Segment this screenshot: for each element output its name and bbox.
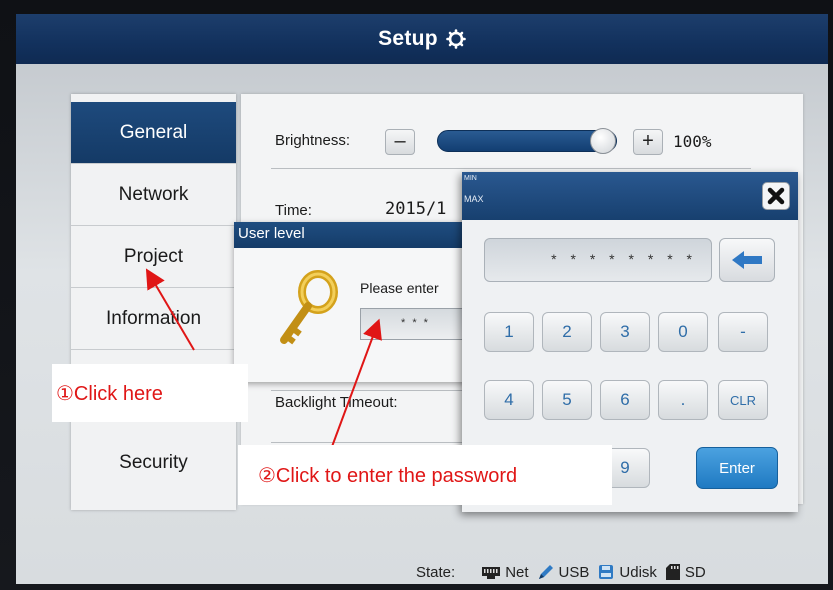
usb-icon xyxy=(538,565,553,579)
user-level-dialog: User level Please enter * * * xyxy=(234,222,479,382)
status-usb-label: USB xyxy=(558,563,590,581)
sidebar-item-label: General xyxy=(119,121,188,143)
annotation-step2: ②Click to enter the password xyxy=(238,445,612,505)
sd-card-icon xyxy=(665,564,680,580)
status-sd-label: SD xyxy=(684,563,706,581)
sidebar-item-general[interactable]: General xyxy=(71,102,236,164)
key-3[interactable]: 3 xyxy=(600,312,650,352)
key-5[interactable]: 5 xyxy=(542,380,592,420)
key-minus[interactable]: - xyxy=(718,312,768,352)
key-icon xyxy=(280,270,338,345)
divider xyxy=(271,168,751,169)
dialog-title: User level xyxy=(234,222,479,248)
brightness-value: 100% xyxy=(673,132,712,151)
status-sd: SD xyxy=(665,563,706,581)
key-2[interactable]: 2 xyxy=(542,312,592,352)
password-input[interactable]: * * * xyxy=(360,308,470,340)
close-icon xyxy=(767,187,785,205)
status-usb: USB xyxy=(537,563,590,581)
keypad-header: MIN MAX xyxy=(462,172,798,220)
status-net-label: Net xyxy=(505,563,529,581)
sidebar-item-label: Network xyxy=(118,183,189,205)
network-port-icon xyxy=(482,567,501,579)
key-6[interactable]: 6 xyxy=(600,380,650,420)
keypad-min-label: MIN xyxy=(464,175,477,182)
brightness-decrease-button[interactable]: – xyxy=(385,129,415,155)
divider xyxy=(271,390,481,391)
slider-handle[interactable] xyxy=(590,128,616,154)
divider xyxy=(271,442,481,443)
sidebar-item-label: Project xyxy=(123,245,184,267)
title-bar: Setup xyxy=(16,14,828,64)
page-title: Setup xyxy=(378,27,438,50)
sidebar: General Network Project Information Secu… xyxy=(71,94,236,510)
sidebar-item-network[interactable]: Network xyxy=(71,164,236,226)
status-bar: State: Net USB Udisk SD xyxy=(416,562,714,582)
key-clear[interactable]: CLR xyxy=(718,380,768,420)
keypad-display: * * * * * * * * xyxy=(484,238,712,282)
backlight-timeout-label: Backlight Timeout: xyxy=(275,394,398,411)
time-label: Time: xyxy=(275,202,312,219)
state-label: State: xyxy=(416,563,456,581)
enter-button[interactable]: Enter xyxy=(696,447,778,489)
key-decimal[interactable]: . xyxy=(658,380,708,420)
brightness-increase-button[interactable]: + xyxy=(633,129,663,155)
status-udisk: Udisk xyxy=(597,563,657,581)
time-value[interactable]: 2015/1 xyxy=(385,199,446,219)
sidebar-item-label: Security xyxy=(119,452,188,473)
gear-icon xyxy=(446,29,466,49)
brightness-slider[interactable] xyxy=(437,128,617,154)
brightness-label: Brightness: xyxy=(275,132,351,149)
status-net: Net xyxy=(481,563,529,581)
backspace-button[interactable] xyxy=(719,238,775,282)
backspace-arrow-icon xyxy=(732,251,762,269)
key-0[interactable]: 0 xyxy=(658,312,708,352)
udisk-icon xyxy=(599,565,614,579)
annotation-step1: ①Click here xyxy=(52,364,248,422)
photo-frame: Setup General Network Project Informatio… xyxy=(0,0,833,590)
key-4[interactable]: 4 xyxy=(484,380,534,420)
keypad-close-button[interactable] xyxy=(762,182,790,210)
key-1[interactable]: 1 xyxy=(484,312,534,352)
status-udisk-label: Udisk xyxy=(619,563,657,581)
sidebar-item-information[interactable]: Information xyxy=(71,288,236,350)
keypad-max-label: MAX xyxy=(464,194,484,204)
sidebar-item-project[interactable]: Project xyxy=(71,226,236,288)
sidebar-item-label: Information xyxy=(105,307,202,329)
sidebar-item-security[interactable]: Security xyxy=(71,432,236,494)
password-prompt: Please enter xyxy=(360,280,439,296)
